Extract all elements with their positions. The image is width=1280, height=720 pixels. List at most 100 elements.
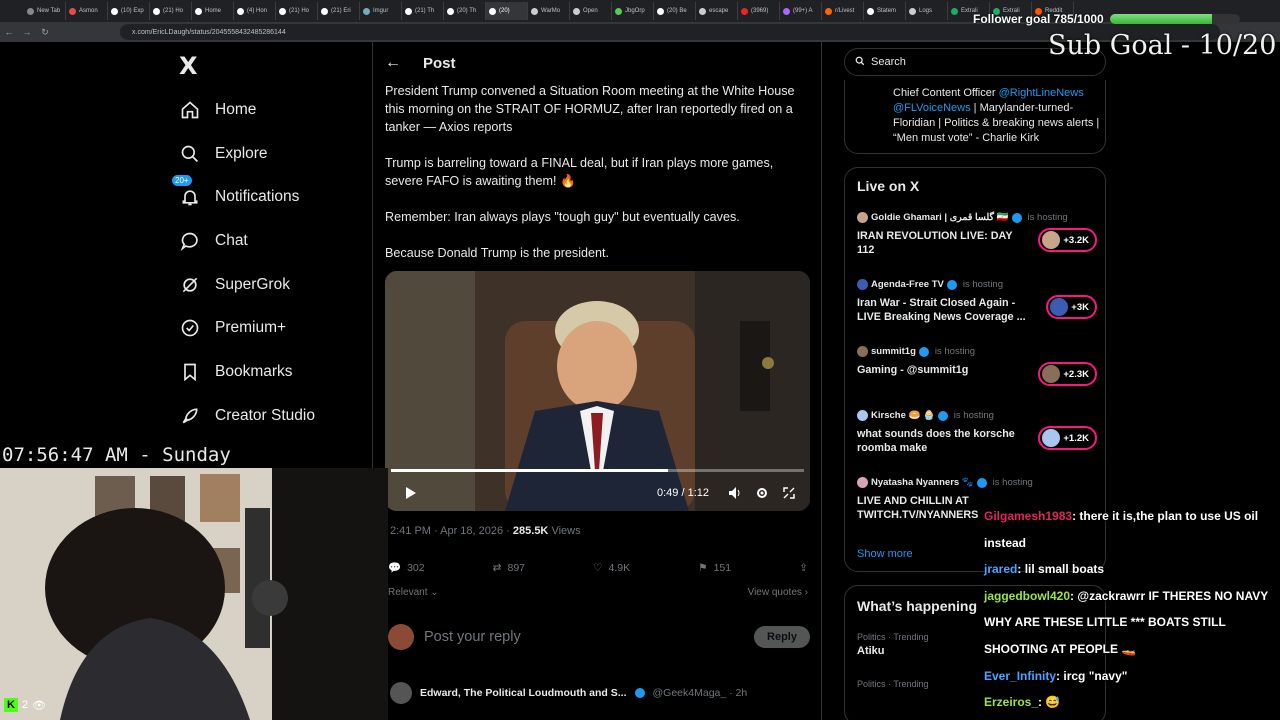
nav-home[interactable]: Home — [178, 88, 368, 132]
video-progress-bar[interactable] — [391, 469, 804, 472]
live-item[interactable]: Kirsche 🥯 🧁 is hosting what sounds does t… — [857, 410, 1097, 455]
browser-tab[interactable]: (21) Th — [402, 2, 444, 20]
nav-premium[interactable]: Premium+ — [178, 306, 368, 350]
browser-tab[interactable]: (21) Ho — [276, 2, 318, 20]
play-icon[interactable] — [400, 482, 422, 504]
show-more-link[interactable]: Show more — [857, 548, 913, 560]
verified-icon — [937, 410, 948, 421]
forward-icon[interactable]: → — [18, 27, 36, 37]
trend-item[interactable]: Politics · Trending Atiku — [857, 632, 929, 657]
premium-icon — [178, 318, 202, 338]
hosting-label: is hosting — [992, 477, 1033, 488]
nav-notifications[interactable]: 20+ Notifications — [172, 175, 368, 219]
browser-tab[interactable]: (20) Th — [444, 2, 486, 20]
fullscreen-icon[interactable] — [778, 482, 800, 504]
chat-icon — [178, 231, 202, 251]
reload-icon[interactable]: ↻ — [36, 27, 54, 38]
listener-count[interactable]: +2.3K — [1038, 362, 1097, 386]
post-timestamp[interactable]: 2:41 PM · Apr 18, 2026 · — [390, 525, 513, 537]
listener-count[interactable]: +1.2K — [1038, 426, 1097, 450]
back-arrow-icon[interactable]: ← — [385, 54, 401, 72]
nav-explore[interactable]: Explore — [178, 132, 368, 176]
browser-tab[interactable]: Logs — [906, 2, 948, 20]
live-item[interactable]: Agenda-Free TV is hosting Iran War - Stra… — [857, 279, 1097, 324]
browser-tab[interactable]: New Tab — [24, 2, 66, 20]
listener-value: +3.2K — [1063, 234, 1089, 246]
settings-gear-icon[interactable] — [751, 482, 773, 504]
bookmark-count: 151 — [713, 561, 732, 574]
browser-tab[interactable]: Imgur — [360, 2, 402, 20]
url-text: x.com/EricLDaugh/status/2045558432485286… — [132, 28, 286, 36]
live-title-text: IRAN REVOLUTION LIVE: DAY 112 — [857, 230, 1013, 256]
video-player[interactable]: 0:49 / 1:12 — [385, 271, 810, 511]
nav-creator-studio[interactable]: Creator Studio — [178, 394, 368, 438]
browser-tab[interactable]: WarMo — [528, 2, 570, 20]
tab-favicon-icon — [699, 7, 706, 15]
browser-tab[interactable]: Asmon — [66, 2, 108, 20]
nav-label: Creator Studio — [215, 406, 315, 424]
chat-username: jaggedbowl420 — [984, 588, 1071, 603]
live-item[interactable]: Goldie Ghamari | گلسا قمری 🇮🇷 is hosting … — [857, 212, 1097, 257]
browser-tab[interactable]: JbgOrp — [612, 2, 654, 20]
chat-username: jrared — [984, 562, 1018, 577]
nav-supergrok[interactable]: SuperGrok — [178, 263, 368, 307]
host-name: summit1g — [871, 346, 916, 357]
reply-icon: 💬 — [388, 562, 402, 574]
browser-tab[interactable]: (20) — [486, 2, 528, 20]
viewer-count-badge: K 2 👁 — [4, 698, 46, 712]
browser-tab[interactable]: r/Livest — [822, 2, 864, 20]
reply-post-header[interactable]: Edward, The Political Loudmouth and S...… — [390, 682, 810, 704]
tab-label: Imgur — [373, 8, 389, 14]
back-icon[interactable]: ← — [0, 27, 18, 37]
browser-tab[interactable]: (4) Hon — [234, 2, 276, 20]
hosting-label: is hosting — [1027, 212, 1068, 223]
x-logo[interactable]: X — [179, 52, 198, 80]
sort-label: Relevant — [388, 587, 428, 598]
share-action[interactable]: ⇪ — [799, 561, 808, 574]
like-action[interactable]: ♡ 4.9K — [593, 561, 630, 574]
webcam-feed — [0, 468, 388, 720]
browser-tab[interactable]: (99+) A — [780, 2, 822, 20]
bio-link[interactable]: @RightLineNews — [999, 87, 1084, 99]
post-paragraph: Remember: Iran always plays "tough guy" … — [385, 210, 740, 224]
browser-tab[interactable]: Home — [192, 2, 234, 20]
chat-username: Gilgamesh1983 — [984, 509, 1073, 523]
live-item[interactable]: summit1g is hosting Gaming - @summit1g +2… — [857, 346, 1097, 386]
tab-favicon-icon — [825, 7, 832, 15]
browser-tab[interactable]: (3969) — [738, 2, 780, 20]
trend-item[interactable]: Politics · Trending — [857, 679, 929, 692]
browser-tab[interactable]: escape — [696, 2, 738, 20]
reply-action[interactable]: 💬 302 — [388, 561, 425, 575]
nav-bookmarks[interactable]: Bookmarks — [178, 350, 368, 394]
listener-value: +3K — [1071, 301, 1089, 313]
bookmark-action[interactable]: ⚑ 151 — [698, 561, 731, 574]
volume-icon[interactable] — [724, 482, 746, 504]
bio-link[interactable]: @FLVoiceNews — [893, 102, 971, 114]
browser-tab[interactable]: Statem — [864, 2, 906, 20]
browser-tab[interactable]: (20) Be — [654, 2, 696, 20]
listener-count[interactable]: +3.2K — [1038, 228, 1097, 252]
video-time: 0:49 / 1:12 — [657, 487, 709, 499]
live-host: summit1g is hosting — [857, 346, 1097, 357]
post-header: ← Post — [385, 54, 456, 72]
view-quotes-link[interactable]: View quotes › — [748, 587, 808, 598]
verified-icon — [634, 688, 645, 698]
sort-dropdown[interactable]: Relevant ⌄ — [388, 587, 439, 598]
reply-button[interactable]: Reply — [754, 626, 810, 648]
listener-count[interactable]: +3K — [1046, 295, 1097, 319]
primary-nav: Home Explore 20+ Notifications Chat Supe… — [172, 88, 368, 438]
browser-tab[interactable]: (21) Eri — [318, 2, 360, 20]
browser-tab[interactable]: Open — [570, 2, 612, 20]
bell-icon: 20+ — [172, 175, 202, 207]
browser-tab[interactable]: (10) Exp — [108, 2, 150, 20]
browser-tab[interactable]: (21) Ho — [150, 2, 192, 20]
heart-icon: ♡ — [593, 561, 603, 574]
reply-input[interactable]: Post your reply — [424, 629, 521, 645]
webcam-image — [0, 468, 388, 720]
follower-goal-overlay: Follower goal 785/1000 — [973, 12, 1240, 26]
avatar — [1042, 365, 1061, 383]
nav-chat[interactable]: Chat — [178, 219, 368, 263]
repost-action[interactable]: ⇄ 897 — [493, 561, 525, 574]
views-label: Views — [548, 525, 581, 537]
chevron-right-icon: › — [804, 587, 808, 598]
